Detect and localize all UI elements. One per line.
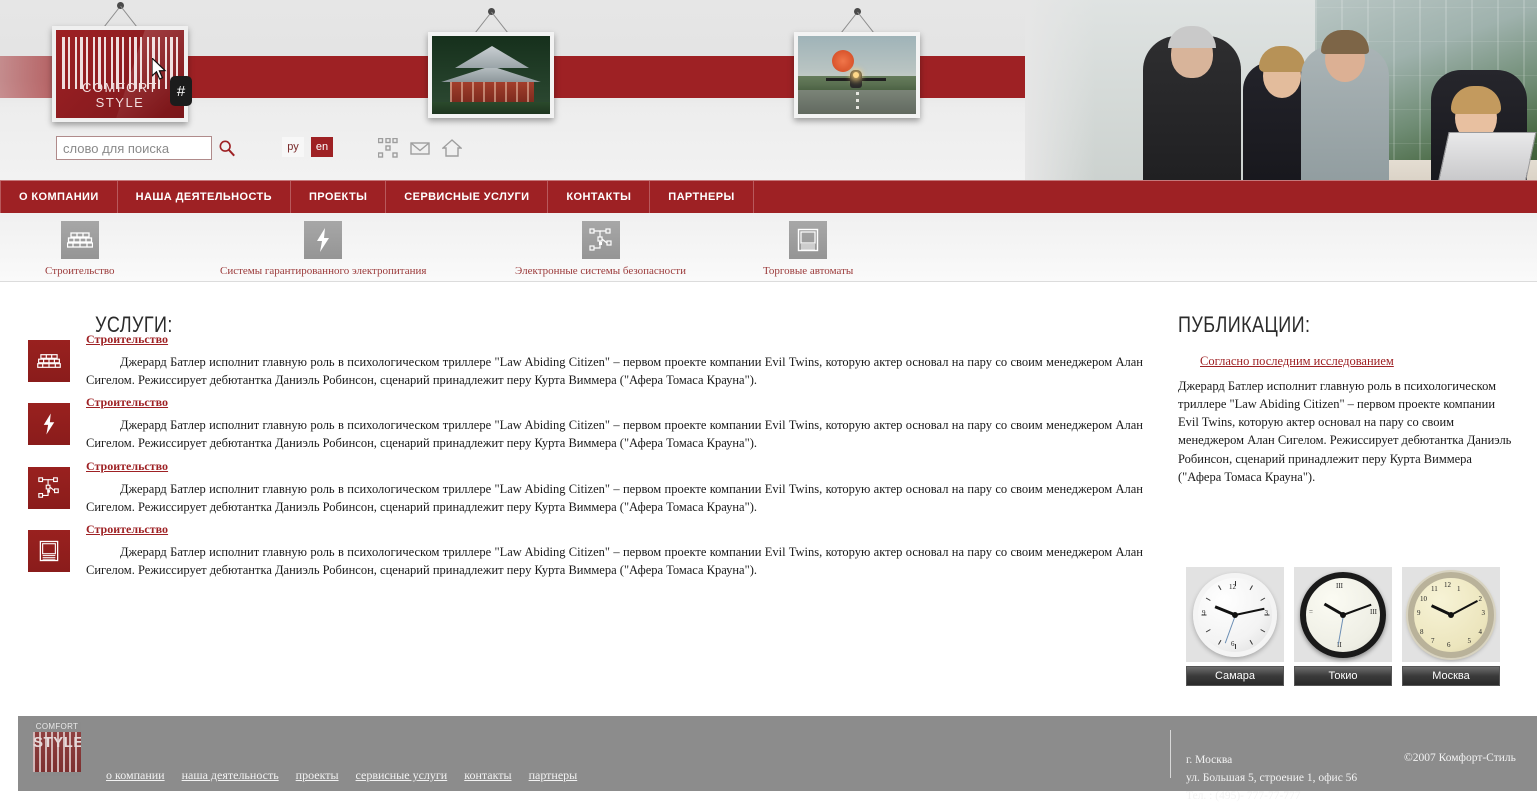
service-description: Джерард Батлер исполнит главную роль в п… <box>86 355 1143 388</box>
footer-links: о компании наша деятельность проекты сер… <box>106 768 591 783</box>
home-icon[interactable] <box>442 138 462 158</box>
publications-heading: ПУБЛИКАЦИИ: <box>1178 312 1311 337</box>
nav-item-contacts[interactable]: КОНТАКТЫ <box>548 181 651 213</box>
service-title-link[interactable]: Строительство <box>86 459 1143 474</box>
brick-wall-icon <box>28 340 70 382</box>
nav-item-partners[interactable]: ПАРТНЕРЫ <box>650 181 754 213</box>
frame-temple <box>428 8 554 118</box>
nav-item-about[interactable]: О КОМПАНИИ <box>0 181 118 213</box>
service-description: Джерард Батлер исполнит главную роль в п… <box>86 418 1143 451</box>
clock-face: 12 3 6 9 <box>1193 572 1277 657</box>
nav-item-services[interactable]: СЕРВИСНЫЕ УСЛУГИ <box>386 181 549 213</box>
footer-link-activity[interactable]: наша деятельность <box>182 768 279 782</box>
logo-text: COMFORT STYLE <box>82 80 158 110</box>
category-strip: Строительство Системы гарантированного э… <box>0 213 1537 282</box>
frame-sunset <box>794 8 920 118</box>
nav-item-activity[interactable]: НАША ДЕЯТЕЛЬНОСТЬ <box>118 181 291 213</box>
service-title-link[interactable]: Строительство <box>86 522 1143 537</box>
japanese-temple-photo <box>428 32 554 118</box>
footer-link-projects[interactable]: проекты <box>296 768 339 782</box>
clock-city-label: Самара <box>1186 666 1284 686</box>
category-label[interactable]: Электронные системы безопасности <box>515 265 686 277</box>
address-city: г. Москва <box>1186 754 1233 766</box>
service-title-link[interactable]: Строительство <box>86 395 1143 410</box>
service-item: Строительство Джерард Батлер исполнит гл… <box>28 395 1143 452</box>
lightning-bolt-icon <box>304 221 343 259</box>
sunset-airplane-photo <box>794 32 920 118</box>
clock-face: 12 1 2 3 4 5 6 7 8 9 10 11 <box>1408 571 1494 658</box>
clock-image: III III II = <box>1294 567 1392 662</box>
category-label[interactable]: Системы гарантированного электропитания <box>220 265 426 277</box>
cursor-hash-tooltip: # <box>170 76 192 106</box>
world-clocks: 12 3 6 9 Самара III III II = Токио 12 1 … <box>1186 567 1500 686</box>
category-label[interactable]: Строительство <box>45 265 115 277</box>
clock-image: 12 3 6 9 <box>1186 567 1284 662</box>
sitemap-icon[interactable] <box>378 138 398 158</box>
mouse-cursor-icon <box>152 58 167 80</box>
footer-link-partners[interactable]: партнеры <box>529 768 578 782</box>
clock-tokyo: III III II = Токио <box>1294 567 1392 686</box>
clock-city-label: Москва <box>1402 666 1500 686</box>
search-input[interactable] <box>56 136 212 160</box>
clock-samara: 12 3 6 9 Самара <box>1186 567 1284 686</box>
service-title-link[interactable]: Строительство <box>86 332 1143 347</box>
brick-wall-icon <box>60 221 99 259</box>
category-construction[interactable]: Строительство <box>45 221 115 277</box>
main-content: УСЛУГИ: Строительство Джерард Батлер исп… <box>0 282 1537 715</box>
footer-logo-word: STYLE <box>33 734 81 751</box>
category-security-systems[interactable]: Электронные системы безопасности <box>515 221 686 277</box>
site-header: COMFORT STYLE # слово для поиска ру en <box>0 0 1537 180</box>
footer-link-about[interactable]: о компании <box>106 768 165 782</box>
clock-moscow: 12 1 2 3 4 5 6 7 8 9 10 11 Москва <box>1402 567 1500 686</box>
vending-machine-icon <box>28 529 70 572</box>
address-street: ул. Большая 5, строение 1, офис 56 <box>1186 771 1358 784</box>
address-phone: Тел. : (495)- 777-77-777 <box>1186 789 1301 802</box>
main-navigation: О КОМПАНИИ НАША ДЕЯТЕЛЬНОСТЬ ПРОЕКТЫ СЕР… <box>0 180 1537 213</box>
category-label[interactable]: Торговые автоматы <box>763 265 853 277</box>
lang-en-button[interactable]: en <box>311 137 333 157</box>
category-vending[interactable]: Торговые автоматы <box>763 221 853 277</box>
publication-text: Джерард Батлер исполнит главную роль в п… <box>1178 379 1512 484</box>
services-column: УСЛУГИ: Строительство Джерард Батлер исп… <box>0 282 1160 715</box>
service-item: Строительство Джерард Батлер исполнит гл… <box>28 332 1143 389</box>
service-description: Джерард Батлер исполнит главную роль в п… <box>86 481 1143 514</box>
vending-machine-icon <box>789 221 828 259</box>
publications-column: ПУБЛИКАЦИИ: Согласно последним исследова… <box>1160 282 1537 715</box>
lang-ru-button[interactable]: ру <box>282 137 304 157</box>
service-description: Джерард Батлер исполнит главную роль в п… <box>86 544 1143 577</box>
footer-address: г. Москва ул. Большая 5, строение 1, офи… <box>1186 752 1357 805</box>
page-root: COMFORT STYLE # слово для поиска ру en О… <box>0 0 1537 802</box>
clock-face: III III II = <box>1300 571 1386 658</box>
business-people-photo <box>1025 0 1537 180</box>
network-nodes-icon <box>581 221 620 259</box>
footer-logo-top: COMFORT <box>35 722 79 731</box>
lightning-bolt-icon <box>28 403 70 446</box>
clock-city-label: Токио <box>1294 666 1392 686</box>
publication-link[interactable]: Согласно последним исследованием <box>1200 354 1518 369</box>
service-item: Строительство Джерард Батлер исполнит гл… <box>28 522 1143 579</box>
copyright-text: ©2007 Комфорт-Стиль <box>1404 752 1516 764</box>
mail-icon[interactable] <box>410 138 430 158</box>
header-toolbar: ру en <box>0 128 1020 174</box>
network-nodes-icon <box>28 466 70 509</box>
footer-link-contacts[interactable]: контакты <box>464 768 511 782</box>
footer-link-services[interactable]: сервисные услуги <box>356 768 448 782</box>
search-icon[interactable] <box>218 139 236 157</box>
site-footer: COMFORT STYLE о компании наша деятельнос… <box>0 715 1537 802</box>
footer-divider <box>1170 730 1171 778</box>
service-item: Строительство Джерард Батлер исполнит гл… <box>28 459 1143 516</box>
nav-item-projects[interactable]: ПРОЕКТЫ <box>291 181 387 213</box>
services-list: Строительство Джерард Батлер исполнит гл… <box>28 332 1143 585</box>
footer-logo[interactable]: COMFORT STYLE <box>33 722 81 776</box>
publication-item: Согласно последним исследованием Джерард… <box>1178 354 1518 486</box>
category-power-systems[interactable]: Системы гарантированного электропитания <box>220 221 426 277</box>
clock-image: 12 1 2 3 4 5 6 7 8 9 10 11 <box>1402 567 1500 662</box>
